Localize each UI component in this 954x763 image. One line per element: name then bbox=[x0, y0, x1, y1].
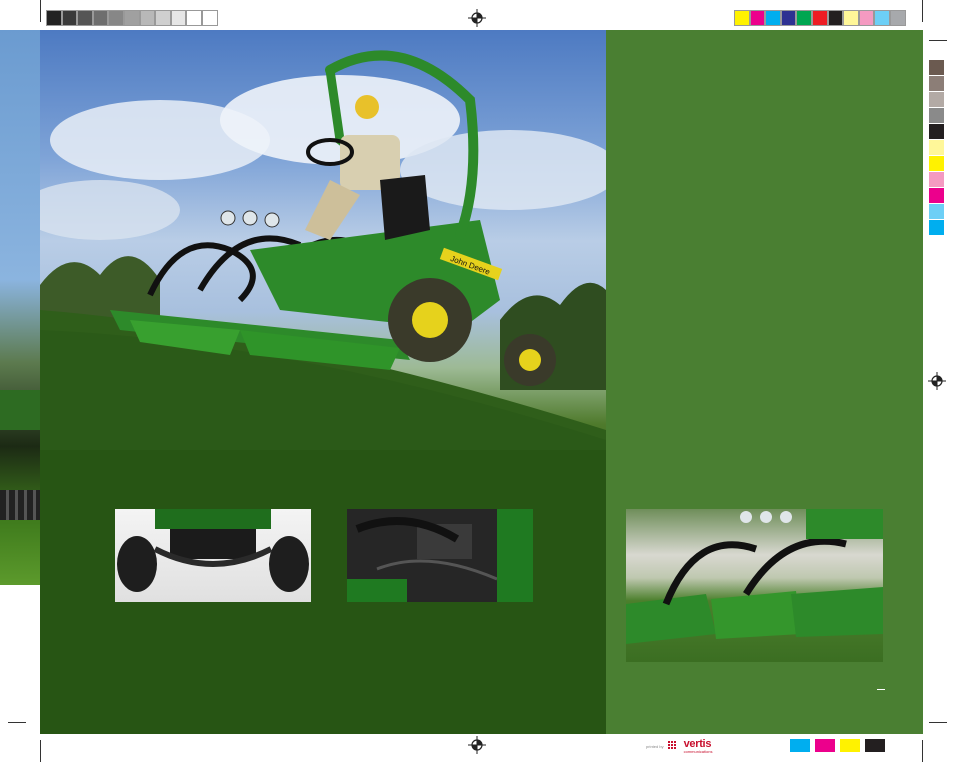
color-swatch bbox=[890, 10, 906, 26]
vertis-logo-subtext: communications bbox=[683, 748, 713, 754]
vertis-logo-text: vertis bbox=[683, 737, 712, 750]
color-swatch bbox=[139, 10, 156, 26]
color-swatch bbox=[929, 172, 944, 187]
color-swatch bbox=[186, 10, 202, 26]
color-swatch bbox=[929, 60, 944, 75]
vertis-dots-icon bbox=[667, 741, 676, 749]
color-swatch bbox=[92, 10, 109, 26]
color-swatch bbox=[858, 10, 875, 26]
color-swatch bbox=[929, 188, 944, 203]
color-swatch bbox=[812, 10, 828, 26]
page-number-dash bbox=[877, 689, 885, 690]
color-swatch bbox=[840, 739, 860, 752]
adjacent-page-photo bbox=[0, 30, 40, 585]
color-swatch bbox=[46, 10, 62, 26]
registration-mark-icon bbox=[468, 736, 486, 754]
inset-photo-rear-wheels bbox=[115, 509, 311, 602]
feature-text-panel bbox=[606, 30, 923, 734]
color-swatch bbox=[765, 10, 781, 26]
color-swatch bbox=[815, 739, 835, 752]
color-swatch bbox=[929, 140, 944, 155]
color-swatch bbox=[780, 10, 797, 26]
printer-prefix: printed by bbox=[646, 743, 664, 749]
color-swatch bbox=[796, 10, 812, 26]
crop-mark bbox=[40, 0, 41, 22]
color-swatch bbox=[155, 10, 171, 26]
inset-photo-engine bbox=[347, 509, 533, 602]
crop-mark bbox=[8, 722, 26, 723]
color-swatch bbox=[929, 204, 944, 219]
inset-photo-cutting-decks bbox=[626, 509, 883, 662]
color-swatch bbox=[874, 10, 890, 26]
color-swatch bbox=[124, 10, 140, 26]
mower-rollers bbox=[0, 490, 40, 520]
color-swatch bbox=[929, 92, 944, 107]
color-swatch bbox=[843, 10, 859, 26]
registration-mark-icon bbox=[928, 372, 946, 390]
hero-photo-mower: John Deere bbox=[40, 30, 606, 734]
color-swatch bbox=[734, 10, 750, 26]
crop-mark bbox=[922, 0, 923, 22]
color-swatch bbox=[929, 108, 944, 123]
hero-photo-illustration: John Deere bbox=[40, 50, 606, 734]
color-swatch bbox=[108, 10, 124, 26]
color-swatch bbox=[929, 156, 944, 171]
color-swatch bbox=[61, 10, 78, 26]
mower-fragment bbox=[0, 390, 40, 430]
color-swatch bbox=[865, 739, 885, 752]
color-swatch bbox=[929, 124, 944, 139]
color-swatch bbox=[790, 739, 810, 752]
crop-mark bbox=[929, 40, 947, 41]
color-swatch bbox=[929, 220, 944, 235]
crop-mark bbox=[40, 740, 41, 762]
crop-mark bbox=[922, 740, 923, 762]
crop-mark bbox=[929, 722, 947, 723]
color-swatch bbox=[929, 76, 944, 91]
registration-mark-icon bbox=[468, 9, 486, 27]
color-swatch bbox=[77, 10, 93, 26]
printer-logo: printed by vertis communications bbox=[646, 738, 712, 754]
color-swatch bbox=[749, 10, 766, 26]
color-swatch bbox=[170, 10, 187, 26]
color-swatch bbox=[202, 10, 218, 26]
color-swatch bbox=[827, 10, 844, 26]
